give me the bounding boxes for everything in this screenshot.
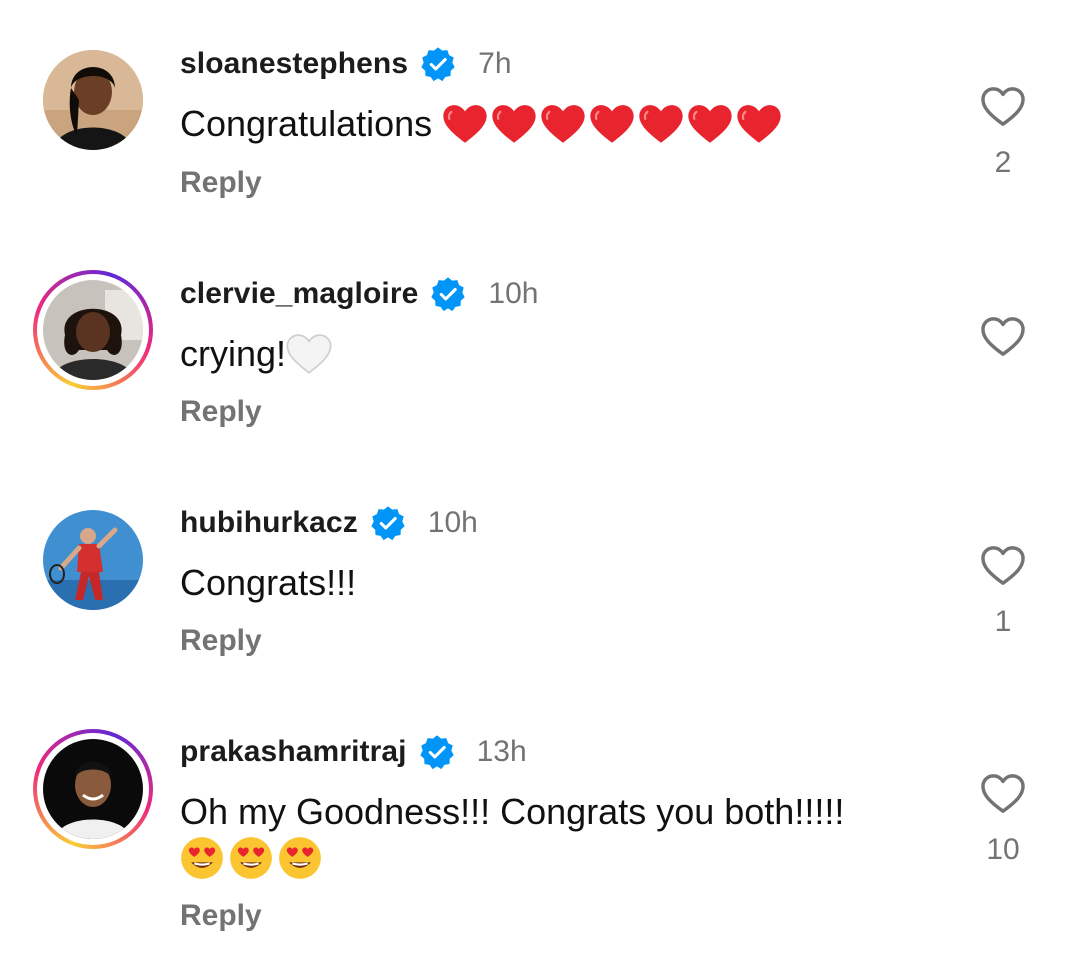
emoji-group: [180, 836, 322, 880]
reply-button[interactable]: Reply: [180, 166, 262, 200]
comment-text: crying!: [180, 331, 332, 377]
comment-username[interactable]: sloanestephens: [180, 47, 408, 81]
avatar[interactable]: [33, 40, 153, 160]
red-heart-emoji-icon: [540, 104, 586, 145]
verified-badge-icon: [419, 734, 455, 770]
comment-text-content: Congratulations: [180, 103, 433, 144]
avatar: [37, 733, 149, 845]
comment-text: Congrats!!!: [180, 560, 356, 606]
reply-button[interactable]: Reply: [180, 395, 262, 429]
verified-badge-icon: [420, 46, 456, 82]
comment-username[interactable]: hubihurkacz: [180, 506, 358, 540]
comment-text-content: crying!: [180, 333, 287, 374]
avatar-image: [43, 280, 143, 380]
heart-eyes-face-emoji-icon: [180, 836, 224, 880]
like-heart-icon[interactable]: [980, 316, 1026, 358]
red-heart-emoji-icon: [638, 104, 684, 145]
verified-badge-icon: [370, 505, 406, 541]
like-count: 1: [994, 605, 1012, 638]
reply-button[interactable]: Reply: [180, 899, 262, 933]
avatar-image: [43, 739, 143, 839]
verified-badge-icon: [430, 276, 466, 312]
comment-timestamp: 13h: [476, 735, 527, 768]
avatar-story-ring[interactable]: [33, 729, 153, 849]
heart-eyes-face-emoji-icon: [278, 836, 322, 880]
like-heart-icon[interactable]: [980, 86, 1026, 128]
red-heart-emoji-icon: [491, 104, 537, 145]
red-heart-emoji-icon: [736, 104, 782, 145]
red-heart-emoji-icon: [687, 104, 733, 145]
reply-button[interactable]: Reply: [180, 624, 262, 658]
avatar-image: [43, 50, 143, 150]
avatar-image: [43, 510, 143, 610]
comment-text-content: Congrats!!!: [180, 562, 357, 603]
comment-timestamp: 10h: [427, 506, 478, 539]
red-heart-emoji-icon: [442, 104, 488, 145]
comment-text: Congratulations: [180, 101, 782, 147]
white-heart-emoji-icon: [286, 334, 332, 375]
avatar: [37, 274, 149, 386]
like-heart-icon[interactable]: [980, 545, 1026, 587]
comment-username[interactable]: prakashamritraj: [180, 735, 407, 769]
heart-eyes-face-emoji-icon: [229, 836, 273, 880]
comment-text: Oh my Goodness!!! Congrats you both!!!!!: [180, 789, 844, 835]
red-heart-emoji-icon: [589, 104, 635, 145]
comment-timestamp: 7h: [478, 47, 512, 80]
avatar[interactable]: [33, 500, 153, 620]
emoji-group: [442, 104, 782, 145]
comment-username[interactable]: clervie_magloire: [180, 277, 418, 311]
avatar-story-ring[interactable]: [33, 270, 153, 390]
emoji-group: [286, 334, 332, 375]
comment-timestamp: 10h: [488, 277, 539, 310]
comment-text-content: Oh my Goodness!!! Congrats you both!!!!!: [180, 791, 845, 832]
like-count: 2: [994, 146, 1012, 179]
like-count: 10: [986, 833, 1020, 866]
like-heart-icon[interactable]: [980, 773, 1026, 815]
